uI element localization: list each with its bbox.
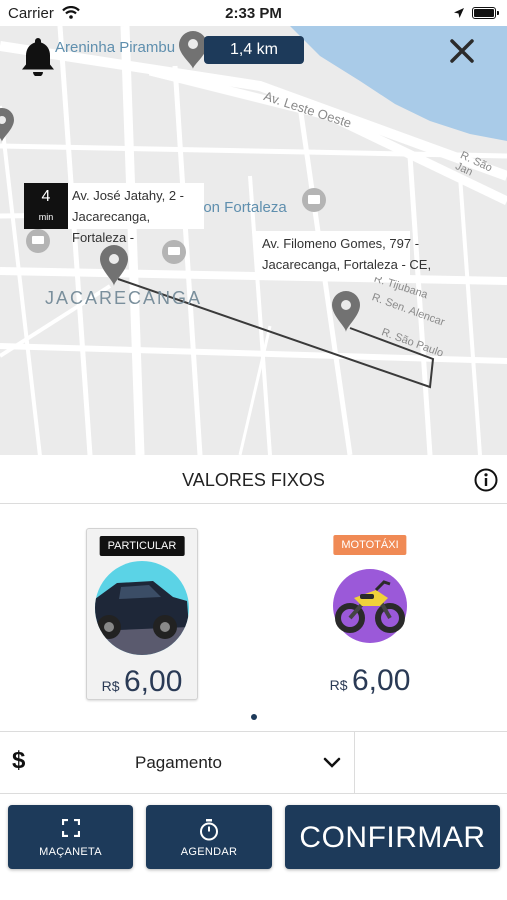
district-label: JACARECANGA: [45, 288, 203, 308]
motorcycle-icon: [332, 560, 408, 649]
schedule-label: AGENDAR: [180, 846, 238, 858]
info-icon[interactable]: [474, 468, 498, 497]
map-pin-icon: [179, 31, 207, 69]
chevron-down-icon[interactable]: [323, 756, 341, 774]
ride-type-badge: MOTOTÁXI: [333, 535, 407, 555]
payment-label: Pagamento: [135, 753, 222, 772]
origin-address-line1: Av. José Jatahy, 2 -: [72, 188, 184, 203]
map-view[interactable]: Areninha Pirambu ion Fortaleza JACARECAN…: [0, 26, 507, 455]
confirm-label: CONFIRMAR: [299, 821, 486, 854]
schedule-button[interactable]: AGENDAR: [146, 805, 272, 869]
handle-label: MAÇANETA: [39, 846, 102, 858]
place-label: ion Fortaleza: [200, 199, 287, 216]
dollar-icon: $: [12, 747, 26, 774]
destination-address-line2: Jacarecanga, Fortaleza - CE,: [262, 257, 432, 272]
eta-unit: min: [38, 212, 54, 222]
location-arrow-icon: [453, 6, 465, 23]
car-icon: [95, 561, 189, 660]
destination-address-card[interactable]: Av. Filomeno Gomes, 797 - Jacarecanga, F…: [256, 231, 431, 277]
price: R$ 6,00: [314, 664, 426, 698]
fare-header: VALORES FIXOS: [0, 455, 507, 504]
divider: [354, 732, 355, 794]
destination-address-line1: Av. Filomeno Gomes, 797 -: [262, 236, 420, 251]
distance-chip: 1,4 km: [204, 36, 304, 64]
clock: 2:33 PM: [225, 5, 282, 22]
ride-option-mototaxi[interactable]: MOTOTÁXI R$ 6,00: [314, 528, 426, 700]
map-pin-icon: [0, 108, 14, 142]
currency-label: R$: [329, 677, 348, 693]
ride-option-particular[interactable]: PARTICULAR R$ 6,00: [86, 528, 198, 700]
currency-label: R$: [101, 678, 120, 694]
stopwatch-icon: [199, 819, 219, 846]
handle-button[interactable]: MAÇANETA: [8, 805, 133, 869]
status-bar: Carrier 2:33 PM: [0, 0, 507, 26]
price-value: 6,00: [351, 664, 411, 697]
eta-box: 4 min: [24, 183, 68, 229]
eta-value: 4: [41, 188, 51, 205]
page-indicator: [251, 714, 257, 720]
ride-type-badge: PARTICULAR: [99, 536, 185, 556]
price: R$ 6,00: [87, 665, 197, 699]
place-label: Areninha Pirambu: [55, 39, 176, 56]
price-value: 6,00: [123, 665, 183, 698]
payment-selector[interactable]: $ Pagamento: [0, 731, 507, 794]
origin-pin-icon: [100, 245, 128, 286]
destination-pin-icon: [332, 291, 360, 332]
expand-icon: [61, 818, 80, 842]
origin-address-card[interactable]: 4 min Av. José Jatahy, 2 - Jacarecanga, …: [24, 183, 204, 245]
battery-icon: [472, 7, 499, 19]
origin-address-line2: Jacarecanga, Fortaleza -: [72, 209, 151, 245]
fare-title: VALORES FIXOS: [182, 470, 325, 490]
confirm-button[interactable]: CONFIRMAR: [285, 805, 500, 869]
